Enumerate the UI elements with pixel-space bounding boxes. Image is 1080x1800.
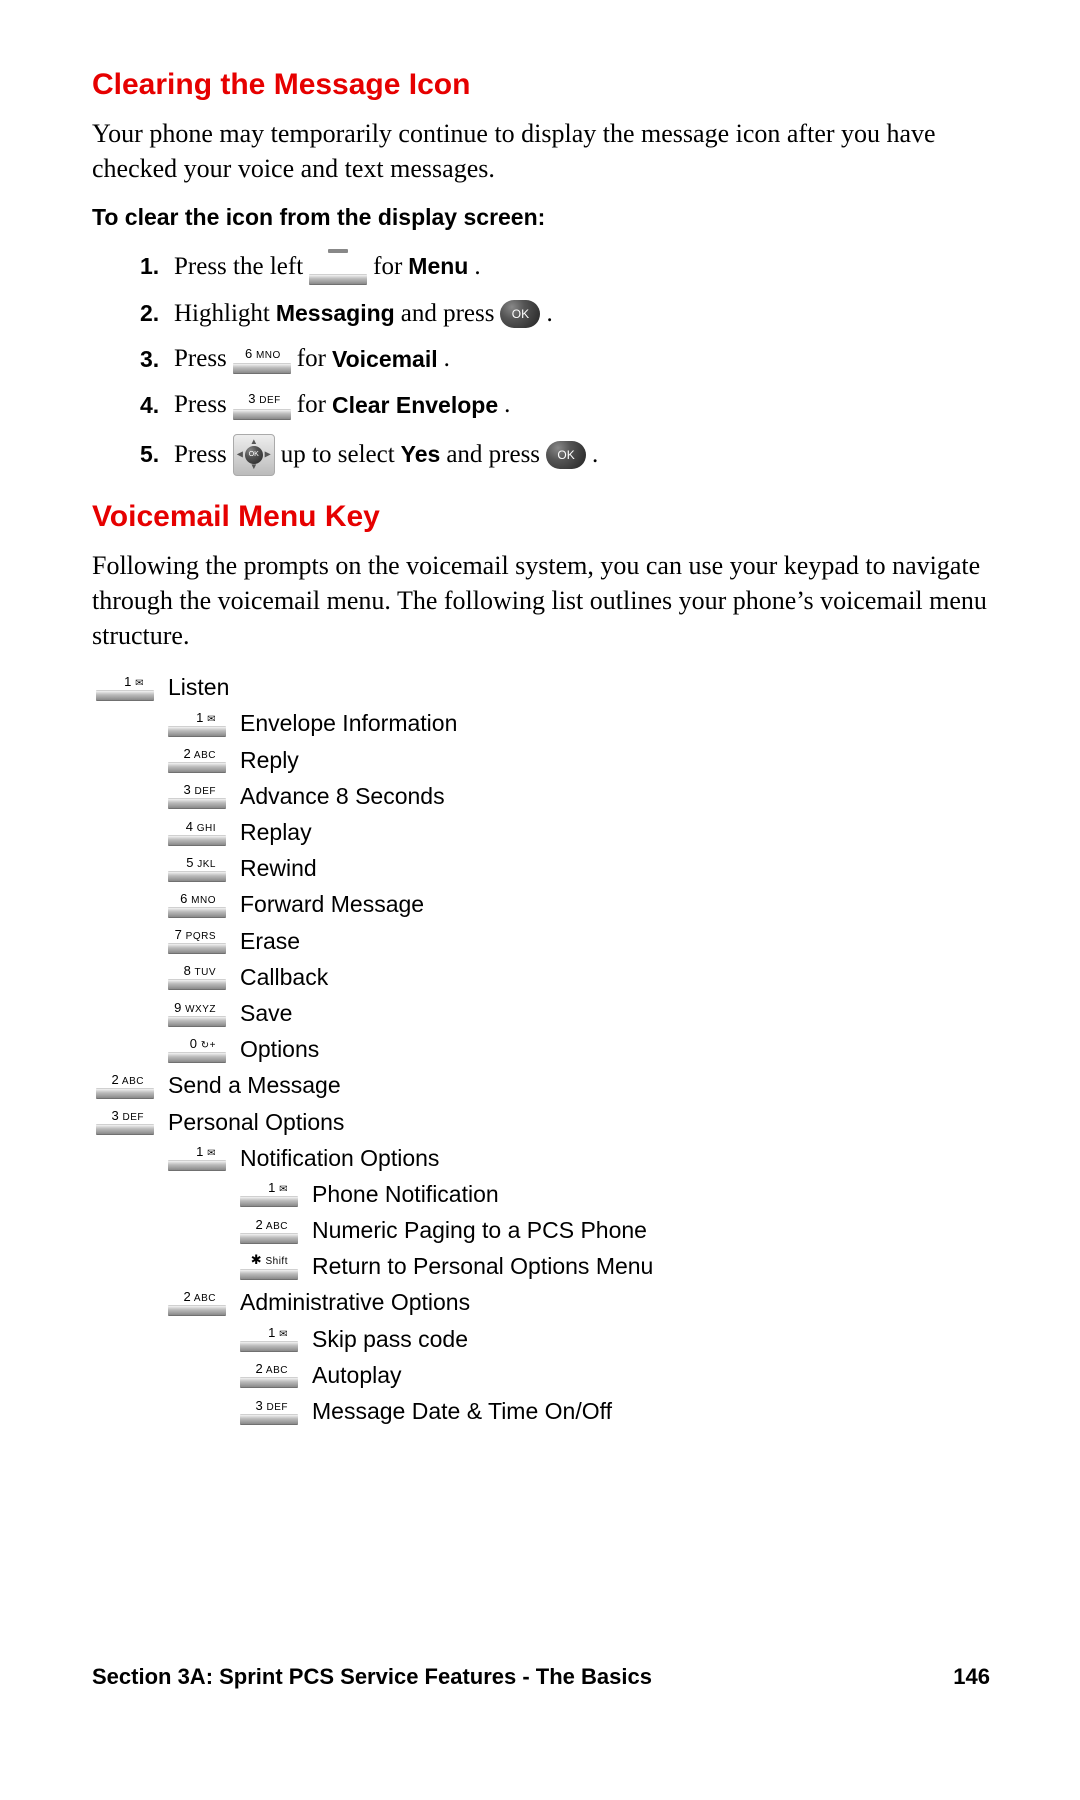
tree-children: 1 ✉ Phone Notification 2 ABC Numeric Paging… <box>240 1178 990 1283</box>
phone-key-icon: 1 ✉ <box>168 710 226 737</box>
tree-node-label: Options <box>240 1033 319 1065</box>
tree-node-label: Administrative Options <box>240 1286 470 1318</box>
tree-node: 1 ✉ Notification Options <box>168 1142 990 1174</box>
tree-node: 3 DEF Advance 8 Seconds <box>168 780 990 812</box>
tree-children: 1 ✉ Skip pass code 2 ABC Autoplay 3 DEF Messa… <box>240 1323 990 1428</box>
ok-button-icon: OK <box>546 441 586 469</box>
tree-node-label: Replay <box>240 816 312 848</box>
tree-node: 1 ✉ Phone Notification <box>240 1178 990 1210</box>
tree-node: 1 ✉ Listen <box>96 671 990 703</box>
tree-node: 1 ✉ Skip pass code <box>240 1323 990 1355</box>
tree-node: 0 ↻+ Options <box>168 1033 990 1065</box>
tree-node-label: Send a Message <box>168 1069 341 1101</box>
tree-node-label: Callback <box>240 961 328 993</box>
footer-section-title: Section 3A: Sprint PCS Service Features … <box>92 1664 652 1690</box>
tree-node-label: Message Date & Time On/Off <box>312 1395 612 1427</box>
heading-voicemail-menu-key: Voicemail Menu Key <box>92 500 990 534</box>
tree-node: 8 TUV Callback <box>168 961 990 993</box>
tree-node-label: Personal Options <box>168 1106 344 1138</box>
tree-node: 6 MNO Forward Message <box>168 888 990 920</box>
phone-key-icon: 1 ✉ <box>240 1180 298 1207</box>
phone-key-icon: 1 ✉ <box>240 1325 298 1352</box>
step-number: 3. <box>140 344 168 375</box>
tree-node-label: Return to Personal Options Menu <box>312 1250 653 1282</box>
paragraph-intro-2: Following the prompts on the voicemail s… <box>92 548 990 653</box>
steps-list: 1.Press the left for Menu. 2.Highlight Me… <box>140 249 990 476</box>
tree-node-label: Reply <box>240 744 299 776</box>
tree-node: 3 DEF Personal Options <box>96 1106 990 1138</box>
phone-key-icon: 1 ✉ <box>96 674 154 701</box>
tree-node: 2 ABC Autoplay <box>240 1359 990 1391</box>
step-item: 2.Highlight Messaging and press OK . <box>140 297 990 331</box>
tree-children: 1 ✉ Envelope Information 2 ABC Reply 3 DEF Ad… <box>168 707 990 1065</box>
tree-node-label: Notification Options <box>240 1142 439 1174</box>
tree-node: 2 ABC Administrative Options <box>168 1286 990 1318</box>
voicemail-menu-tree: 1 ✉ Listen 1 ✉ Envelope Information 2 ABC Rep… <box>96 671 990 1427</box>
tree-node-label: Forward Message <box>240 888 424 920</box>
tree-node: ✱ Shift Return to Personal Options Menu <box>240 1250 990 1282</box>
tree-node: 2 ABC Numeric Paging to a PCS Phone <box>240 1214 990 1246</box>
step-number: 5. <box>140 439 168 470</box>
phone-key-icon: 2 ABC <box>240 1217 298 1244</box>
tree-node: 9 WXYZ Save <box>168 997 990 1029</box>
tree-node-label: Skip pass code <box>312 1323 468 1355</box>
phone-key-icon: 3 DEF <box>233 390 291 420</box>
phone-key-icon: 6 MNO <box>168 891 226 918</box>
phone-key-icon: 4 GHI <box>168 819 226 846</box>
phone-key-icon: 0 ↻+ <box>168 1036 226 1063</box>
step-number: 1. <box>140 251 168 282</box>
tree-children: 1 ✉ Notification Options 1 ✉ Phone Notifica… <box>168 1142 990 1428</box>
tree-node-label: Advance 8 Seconds <box>240 780 445 812</box>
tree-node: 5 JKL Rewind <box>168 852 990 884</box>
manual-page: Clearing the Message Icon Your phone may… <box>0 0 1080 1800</box>
heading-clearing-message-icon: Clearing the Message Icon <box>92 68 990 102</box>
tree-node-label: Envelope Information <box>240 707 457 739</box>
step-number: 2. <box>140 298 168 329</box>
step-number: 4. <box>140 390 168 421</box>
phone-key-icon: 2 ABC <box>168 1289 226 1316</box>
ok-button-icon: OK <box>500 300 540 328</box>
phone-key-icon: 3 DEF <box>168 782 226 809</box>
tree-node-label: Phone Notification <box>312 1178 499 1210</box>
step-item: 1.Press the left for Menu. <box>140 249 990 285</box>
nav-pad-icon: ▲▼◀▶ <box>233 434 275 476</box>
phone-key-icon: 9 WXYZ <box>168 1000 226 1027</box>
phone-key-icon: 5 JKL <box>168 855 226 882</box>
phone-key-icon: 3 DEF <box>96 1108 154 1135</box>
tree-node: 2 ABC Send a Message <box>96 1069 990 1101</box>
subheading-clear-icon: To clear the icon from the display scree… <box>92 204 990 231</box>
phone-key-icon: 6 MNO <box>233 345 291 375</box>
tree-node-label: Save <box>240 997 292 1029</box>
tree-node-label: Numeric Paging to a PCS Phone <box>312 1214 647 1246</box>
phone-key-icon: 8 TUV <box>168 963 226 990</box>
step-item: 4.Press 3 DEF for Clear Envelope. <box>140 388 990 422</box>
step-item: 3.Press 6 MNO for Voicemail. <box>140 342 990 376</box>
tree-node: 1 ✉ Envelope Information <box>168 707 990 739</box>
tree-node-label: Erase <box>240 925 300 957</box>
phone-key-icon: 2 ABC <box>168 746 226 773</box>
tree-node: 4 GHI Replay <box>168 816 990 848</box>
tree-node: 3 DEF Message Date & Time On/Off <box>240 1395 990 1427</box>
phone-key-icon: ✱ Shift <box>240 1252 298 1280</box>
phone-key-icon: 2 ABC <box>96 1072 154 1099</box>
tree-node: 2 ABC Reply <box>168 744 990 776</box>
tree-node-label: Autoplay <box>312 1359 402 1391</box>
page-footer: Section 3A: Sprint PCS Service Features … <box>92 1664 990 1690</box>
tree-node-label: Rewind <box>240 852 317 884</box>
tree-node-label: Listen <box>168 671 229 703</box>
footer-page-number: 146 <box>953 1664 990 1690</box>
phone-key-icon: 1 ✉ <box>168 1144 226 1171</box>
phone-key-icon: 7 PQRS <box>168 927 226 954</box>
paragraph-intro-1: Your phone may temporarily continue to d… <box>92 116 990 186</box>
step-item: 5.Press ▲▼◀▶ up to select Yes and press … <box>140 434 990 476</box>
phone-key-icon: 3 DEF <box>240 1398 298 1425</box>
tree-node: 7 PQRS Erase <box>168 925 990 957</box>
phone-key-icon <box>309 249 367 285</box>
phone-key-icon: 2 ABC <box>240 1361 298 1388</box>
